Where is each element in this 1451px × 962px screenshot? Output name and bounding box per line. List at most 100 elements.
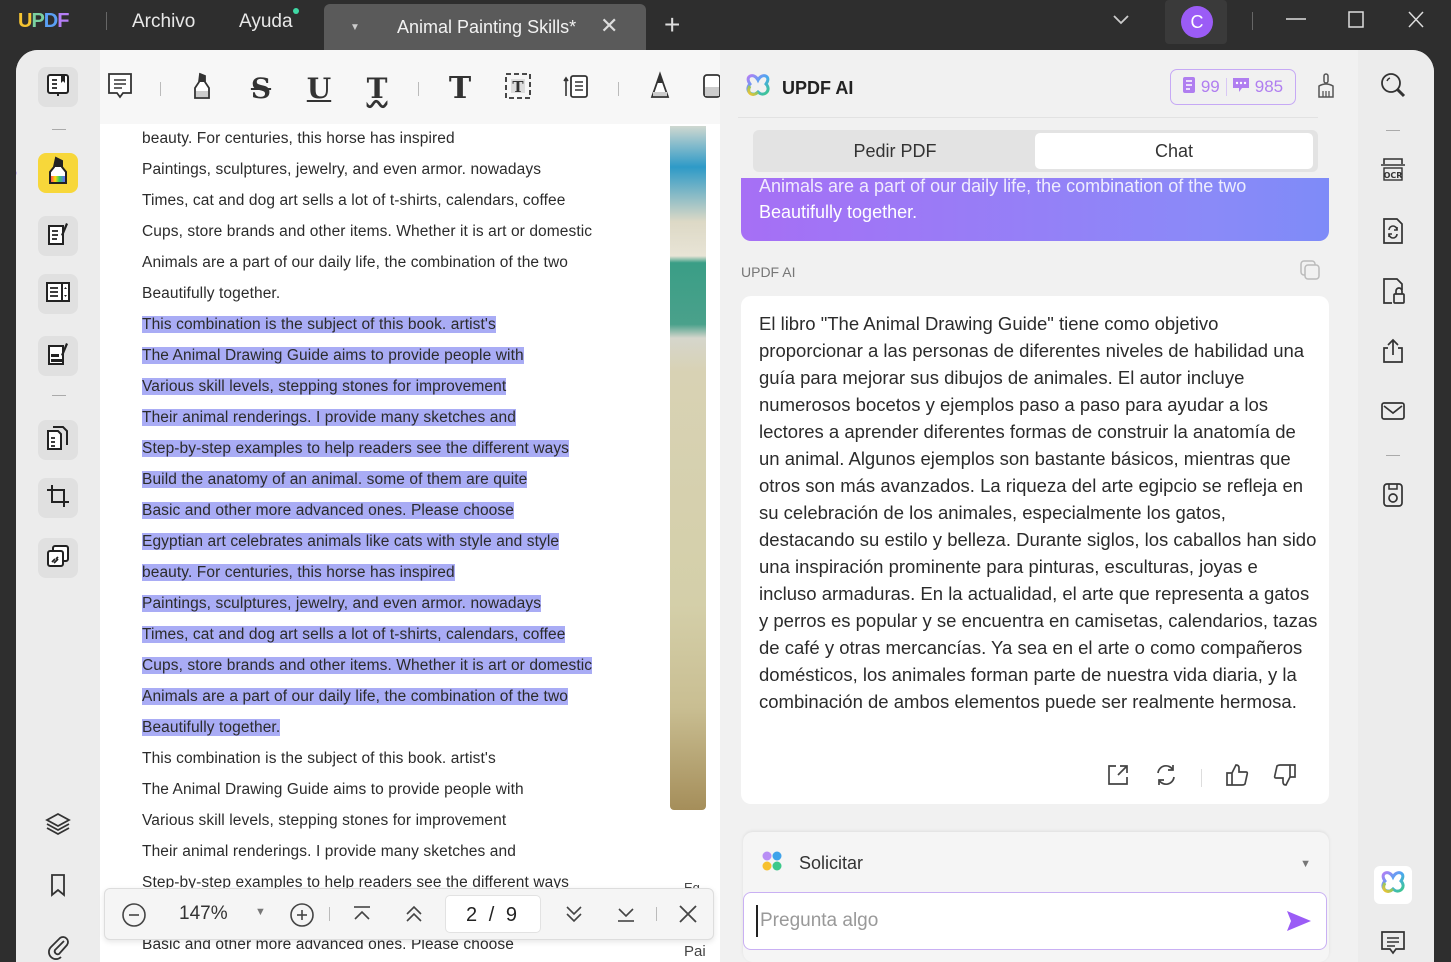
tab-chat[interactable]: Chat xyxy=(1035,133,1313,169)
new-tab-button[interactable]: + xyxy=(664,9,680,41)
minimize-button[interactable] xyxy=(1285,8,1307,36)
main-area: S U T T T beauty. For centuries, this ho… xyxy=(16,50,1434,962)
text-line-content: beauty. For centuries, this horse has in… xyxy=(142,564,455,581)
text-line[interactable]: Times, cat and dog art sells a lot of t-… xyxy=(142,190,565,212)
text-line-content: The Animal Drawing Guide aims to provide… xyxy=(142,781,524,798)
text-tool[interactable]: T xyxy=(444,71,476,106)
edit-pdf-button[interactable] xyxy=(38,216,78,256)
reader-mode-button[interactable] xyxy=(38,67,78,107)
menu-ayuda[interactable]: Ayuda xyxy=(239,11,293,33)
highlighter-icon xyxy=(189,71,215,106)
text-line[interactable]: Various skill levels, stepping stones fo… xyxy=(142,810,506,832)
close-tab-icon[interactable]: ✕ xyxy=(600,13,618,39)
last-page-button[interactable] xyxy=(615,904,637,930)
answer-actions xyxy=(1105,762,1298,793)
sidebar-collapse-handle[interactable] xyxy=(16,158,24,188)
tab-dropdown-icon[interactable]: ▼ xyxy=(350,22,360,33)
crop-button[interactable] xyxy=(38,478,78,518)
close-navigation-button[interactable] xyxy=(677,902,699,932)
chevron-down-icon[interactable] xyxy=(1112,10,1130,31)
save-button[interactable] xyxy=(1376,480,1410,514)
maximize-button[interactable] xyxy=(1347,8,1365,36)
comment-list-button[interactable] xyxy=(1376,928,1410,962)
highlighted-text-line[interactable]: Times, cat and dog art sells a lot of t-… xyxy=(142,624,566,646)
highlighted-text-line[interactable]: Build the anatomy of an animal. some of … xyxy=(142,469,528,491)
text-line[interactable]: Beautifully together. xyxy=(142,283,280,305)
avatar[interactable]: C xyxy=(1181,6,1213,38)
question-field[interactable] xyxy=(743,892,1327,950)
zoom-out-button[interactable] xyxy=(121,902,147,934)
share-button[interactable] xyxy=(1376,336,1410,370)
text-line[interactable]: Animals are a part of our daily life, th… xyxy=(142,252,568,274)
zoom-level[interactable]: 147% xyxy=(179,903,228,925)
highlighted-text-line[interactable]: Step-by-step examples to help readers se… xyxy=(142,438,570,460)
highlighted-text-line[interactable]: Various skill levels, stepping stones fo… xyxy=(142,376,507,398)
title-bar: UPDF Archivo Ayuda ▼ Animal Painting Ski… xyxy=(0,0,1451,52)
next-page-button[interactable] xyxy=(563,904,585,930)
question-input[interactable] xyxy=(756,905,1256,937)
caret-down-icon[interactable]: ▼ xyxy=(1300,858,1311,870)
zoom-in-button[interactable] xyxy=(289,902,315,934)
prompt-selector[interactable]: Solicitar xyxy=(761,850,863,877)
form-button[interactable] xyxy=(38,274,78,314)
convert-button[interactable] xyxy=(1376,216,1410,250)
export-button[interactable] xyxy=(1105,762,1131,793)
previous-page-button[interactable] xyxy=(403,904,425,930)
organize-pages-button[interactable] xyxy=(38,420,78,460)
ai-quota-badge[interactable]: 99 985 xyxy=(1170,69,1296,105)
layers-button[interactable] xyxy=(38,806,78,846)
highlighted-text-line[interactable]: This combination is the subject of this … xyxy=(142,314,496,336)
email-button[interactable] xyxy=(1376,396,1410,430)
send-button[interactable] xyxy=(1286,909,1312,938)
page-number-input[interactable]: 2 / 9 xyxy=(445,895,541,933)
double-chevron-down-icon xyxy=(563,906,585,929)
highlighted-text-line[interactable]: Beautifully together. xyxy=(142,717,281,739)
attachment-button[interactable] xyxy=(38,928,78,962)
highlighted-text-line[interactable]: Paintings, sculptures, jewelry, and even… xyxy=(142,593,542,615)
highlighted-text-line[interactable]: Cups, store brands and other items. Whet… xyxy=(142,655,593,677)
bookmark-button[interactable] xyxy=(38,867,78,907)
text-line-content: Animals are a part of our daily life, th… xyxy=(142,688,568,705)
text-line[interactable]: Cups, store brands and other items. Whet… xyxy=(142,221,592,243)
document-tab[interactable]: ▼ Animal Painting Skills* ✕ xyxy=(324,4,646,52)
watermark-button[interactable] xyxy=(38,538,78,578)
text-line[interactable]: This combination is the subject of this … xyxy=(142,748,496,770)
textbox-tool[interactable]: T xyxy=(502,72,534,104)
clear-chat-button[interactable] xyxy=(1316,72,1336,105)
ocr-button[interactable]: OCR xyxy=(1376,154,1410,188)
highlighted-text-line[interactable]: Basic and other more advanced ones. Plea… xyxy=(142,500,514,522)
underline-tool[interactable]: U xyxy=(303,72,335,105)
text-line[interactable]: beauty. For centuries, this horse has in… xyxy=(142,128,455,150)
pencil-tool[interactable] xyxy=(644,70,676,104)
squiggly-tool[interactable]: T xyxy=(361,72,393,105)
zoom-dropdown-icon[interactable]: ▼ xyxy=(255,906,266,918)
dislike-button[interactable] xyxy=(1272,762,1298,793)
updf-ai-button[interactable] xyxy=(1374,866,1412,904)
highlighted-text-line[interactable]: Their animal renderings. I provide many … xyxy=(142,407,516,429)
comment-tool[interactable] xyxy=(104,72,136,104)
text-line[interactable]: Paintings, sculptures, jewelry, and even… xyxy=(142,159,541,181)
eraser-tool[interactable] xyxy=(696,72,720,104)
highlighted-text-line[interactable]: Animals are a part of our daily life, th… xyxy=(142,686,568,708)
redact-button[interactable] xyxy=(38,336,78,376)
menu-archivo[interactable]: Archivo xyxy=(132,11,195,33)
close-window-button[interactable] xyxy=(1406,8,1426,36)
highlight-tool[interactable] xyxy=(186,72,218,104)
first-page-button[interactable] xyxy=(351,904,373,930)
search-button[interactable] xyxy=(1376,70,1410,104)
comment-mode-button[interactable] xyxy=(38,153,78,193)
account-area[interactable]: C xyxy=(1165,0,1227,44)
strikethrough-tool[interactable]: S xyxy=(245,72,277,105)
highlighted-text-line[interactable]: Egyptian art celebrates animals like cat… xyxy=(142,531,560,553)
highlighted-text-line[interactable]: The Animal Drawing Guide aims to provide… xyxy=(142,345,524,367)
like-button[interactable] xyxy=(1224,762,1250,793)
text-line[interactable]: Their animal renderings. I provide many … xyxy=(142,841,516,863)
watermark-icon xyxy=(44,542,72,575)
tab-pedir-pdf[interactable]: Pedir PDF xyxy=(756,133,1034,169)
protect-button[interactable] xyxy=(1376,276,1410,310)
copy-button[interactable] xyxy=(1298,258,1322,287)
regenerate-button[interactable] xyxy=(1153,762,1179,793)
callout-tool[interactable] xyxy=(560,72,592,104)
text-line[interactable]: The Animal Drawing Guide aims to provide… xyxy=(142,779,524,801)
highlighted-text-line[interactable]: beauty. For centuries, this horse has in… xyxy=(142,562,455,584)
